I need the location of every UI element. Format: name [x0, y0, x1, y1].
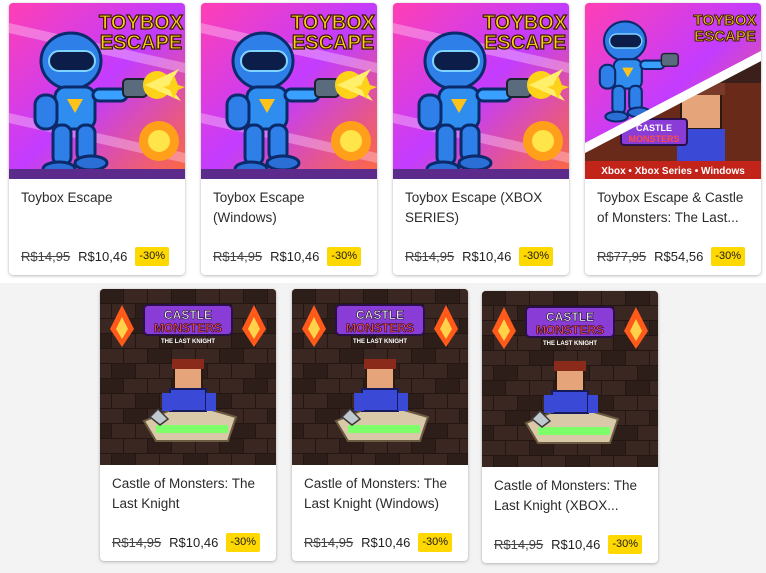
- svg-text:TOYBOX: TOYBOX: [291, 12, 376, 34]
- svg-text:MONSTERS: MONSTERS: [154, 321, 222, 335]
- product-image-castle: CASTLE MONSTERS THE LAST KNIGHT: [292, 289, 468, 465]
- discount-badge: -30%: [418, 533, 452, 552]
- discount-badge: -30%: [135, 247, 169, 266]
- original-price: R$14,95: [112, 535, 162, 550]
- price-row: R$77,95 R$54,56 -30%: [597, 247, 745, 266]
- svg-text:MONSTERS: MONSTERS: [628, 134, 679, 144]
- svg-text:CASTLE: CASTLE: [546, 310, 594, 324]
- svg-text:MONSTERS: MONSTERS: [536, 323, 604, 337]
- product-image-toybox: TOYBOX ESCAPE: [201, 3, 377, 179]
- sale-price: R$10,46: [462, 249, 512, 264]
- discount-badge: -30%: [608, 535, 642, 554]
- product-card-castle-of-monsters-xbox[interactable]: CASTLE MONSTERS THE LAST KNIGHT Castle o…: [482, 291, 658, 563]
- product-image-toybox: TOYBOX ESCAPE: [393, 3, 569, 179]
- product-title: Castle of Monsters: The Last Knight (Win…: [304, 476, 448, 511]
- svg-text:TOYBOX: TOYBOX: [693, 12, 756, 29]
- product-image-toybox: TOYBOX ESCAPE: [9, 3, 185, 179]
- sale-price: R$54,56: [654, 249, 704, 264]
- sale-price: R$10,46: [361, 535, 411, 550]
- svg-text:Xbox • Xbox Series • Windows: Xbox • Xbox Series • Windows: [601, 166, 745, 177]
- original-price: R$14,95: [494, 537, 544, 552]
- discount-badge: -30%: [327, 247, 361, 266]
- svg-text:ESCAPE: ESCAPE: [292, 32, 374, 54]
- sale-price: R$10,46: [551, 537, 601, 552]
- discount-badge: -30%: [711, 247, 745, 266]
- price-row: R$14,95 R$10,46 -30%: [405, 247, 553, 266]
- product-card-castle-of-monsters[interactable]: CASTLE MONSTERS THE LAST KNIGHT Castle o…: [100, 289, 276, 561]
- product-image-castle: CASTLE MONSTERS THE LAST KNIGHT: [482, 291, 658, 467]
- price-row: R$14,95 R$10,46 -30%: [112, 533, 260, 552]
- product-title: Toybox Escape (XBOX SERIES): [405, 190, 543, 225]
- original-price: R$77,95: [597, 249, 647, 264]
- product-card-toybox-escape[interactable]: TOYBOX ESCAPE Toybox Escape R$14,95 R$10…: [9, 3, 185, 275]
- svg-text:TOYBOX: TOYBOX: [483, 12, 568, 34]
- sale-price: R$10,46: [270, 249, 320, 264]
- original-price: R$14,95: [304, 535, 354, 550]
- sale-price: R$10,46: [169, 535, 219, 550]
- svg-text:THE LAST KNIGHT: THE LAST KNIGHT: [353, 339, 407, 345]
- svg-text:THE LAST KNIGHT: THE LAST KNIGHT: [161, 339, 215, 345]
- svg-text:ESCAPE: ESCAPE: [484, 32, 566, 54]
- svg-text:ESCAPE: ESCAPE: [100, 32, 182, 54]
- product-card-toybox-escape-windows[interactable]: TOYBOX ESCAPE Toybox Escape (Windows) R$…: [201, 3, 377, 275]
- sale-price: R$10,46: [78, 249, 128, 264]
- svg-text:TOYBOX: TOYBOX: [99, 12, 184, 34]
- discount-badge: -30%: [226, 533, 260, 552]
- price-row: R$14,95 R$10,46 -30%: [304, 533, 452, 552]
- svg-text:CASTLE: CASTLE: [164, 308, 212, 322]
- product-title: Toybox Escape & Castle of Monsters: The …: [597, 190, 744, 225]
- original-price: R$14,95: [213, 249, 263, 264]
- product-image-bundle: TOYBOX ESCAPE CASTLE MONSTERS Xbox • Xbo…: [585, 3, 761, 179]
- product-card-bundle[interactable]: TOYBOX ESCAPE CASTLE MONSTERS Xbox • Xbo…: [585, 3, 761, 275]
- product-title: Castle of Monsters: The Last Knight (XBO…: [494, 478, 638, 513]
- svg-text:CASTLE: CASTLE: [636, 123, 672, 133]
- svg-text:CASTLE: CASTLE: [356, 308, 404, 322]
- product-title: Toybox Escape (Windows): [213, 190, 305, 225]
- svg-text:THE LAST KNIGHT: THE LAST KNIGHT: [543, 341, 597, 347]
- discount-badge: -30%: [519, 247, 553, 266]
- svg-text:MONSTERS: MONSTERS: [346, 321, 414, 335]
- original-price: R$14,95: [21, 249, 71, 264]
- price-row: R$14,95 R$10,46 -30%: [213, 247, 361, 266]
- product-card-toybox-escape-xbox-series[interactable]: TOYBOX ESCAPE Toybox Escape (XBOX SERIES…: [393, 3, 569, 275]
- price-row: R$14,95 R$10,46 -30%: [21, 247, 169, 266]
- svg-text:ESCAPE: ESCAPE: [694, 28, 756, 45]
- product-title: Toybox Escape: [21, 190, 113, 205]
- product-card-castle-of-monsters-windows[interactable]: CASTLE MONSTERS THE LAST KNIGHT Castle o…: [292, 289, 468, 561]
- price-row: R$14,95 R$10,46 -30%: [494, 535, 642, 554]
- original-price: R$14,95: [405, 249, 455, 264]
- product-title: Castle of Monsters: The Last Knight: [112, 476, 256, 511]
- product-image-castle: CASTLE MONSTERS THE LAST KNIGHT: [100, 289, 276, 465]
